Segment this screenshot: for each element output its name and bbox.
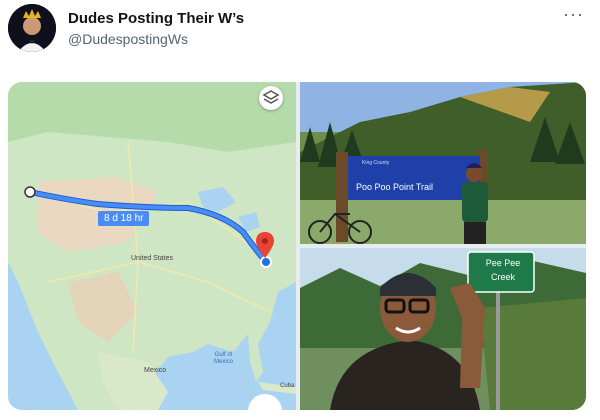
map-label-gulf-line2: Mexico bbox=[214, 359, 234, 365]
user-handle[interactable]: @DudespostingWs bbox=[68, 31, 188, 47]
map-label-united-states: United States bbox=[131, 255, 174, 262]
map-image[interactable]: 8 d 18 hr United States Mexico Gulf of M… bbox=[8, 82, 296, 410]
display-name[interactable]: Dudes Posting Their W’s bbox=[68, 10, 244, 27]
avatar[interactable] bbox=[8, 4, 56, 52]
creek-sign-line1: Pee Pee bbox=[485, 258, 521, 268]
layers-icon[interactable] bbox=[259, 86, 283, 110]
tweet-media-grid: 8 d 18 hr United States Mexico Gulf of M… bbox=[8, 82, 586, 410]
map-label-cuba: Cuba bbox=[280, 383, 295, 389]
creek-sign-line2: Creek bbox=[490, 272, 515, 282]
map-label-mexico: Mexico bbox=[144, 367, 167, 374]
map-pin-icon[interactable] bbox=[256, 232, 274, 258]
avatar-image bbox=[8, 4, 56, 52]
more-icon[interactable]: ··· bbox=[563, 4, 584, 25]
tweet-header: Dudes Posting Their W’s @DudespostingWs … bbox=[0, 0, 600, 70]
trail-photo[interactable]: King County Poo Poo Point Trail bbox=[300, 82, 586, 244]
map-label-gulf-line1: Gulf of bbox=[214, 352, 233, 358]
creek-selfie-photo[interactable]: Pee Pee Creek bbox=[300, 248, 586, 410]
trail-sign-text: Poo Poo Point Trail bbox=[356, 182, 434, 192]
map-label-gulf: Gulf of Mexico bbox=[214, 352, 233, 366]
route-duration-label[interactable]: 8 d 18 hr bbox=[98, 211, 150, 226]
trail-sign-header: King County bbox=[362, 160, 390, 166]
